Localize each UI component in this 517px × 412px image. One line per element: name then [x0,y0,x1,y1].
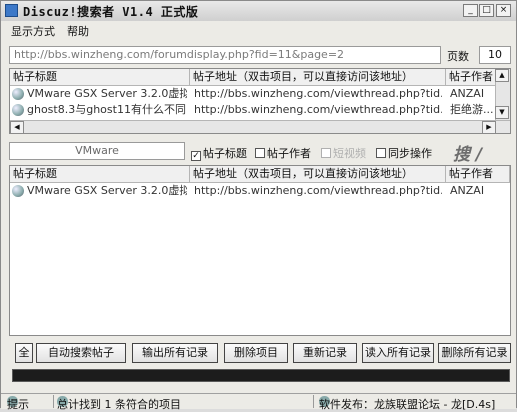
app-icon [5,4,18,17]
vertical-scrollbar[interactable]: ▲ ▼ [495,69,510,120]
scroll-left-icon[interactable]: ◀ [10,121,24,133]
status-divider [53,395,54,408]
maximize-button[interactable]: □ [479,4,494,17]
title-bar[interactable]: Discuz!搜索者 V1.4 正式版 _ □ × [1,1,516,22]
column-author[interactable]: 帖子作者 [446,166,510,182]
row-url: http://bbs.winzheng.com/viewthread.php?t… [194,103,442,116]
thread-icon [12,88,24,100]
results-list-top[interactable]: 帖子标题 帖子地址（双击项目，可以直接访问该地址） 帖子作者 VMware GS… [9,68,511,134]
scroll-down-icon[interactable]: ▼ [495,106,509,119]
column-title[interactable]: 帖子标题 [10,69,190,85]
checked-icon: ✓ [191,151,201,161]
title-checkbox[interactable]: ✓ 帖子标题 [191,145,247,161]
pages-label: 页数 [447,50,469,63]
scroll-up-icon[interactable]: ▲ [495,69,509,82]
author-checkbox-label: 帖子作者 [267,147,311,160]
table-row[interactable]: VMware GSX Server 3.2.0虚拟... http://bbs.… [10,183,510,199]
list-header: 帖子标题 帖子地址（双击项目，可以直接访问该地址） 帖子作者 [10,69,510,86]
export-all-button[interactable]: 输出所有记录 [132,343,218,363]
checkbox-icon [255,148,265,158]
menu-help[interactable]: 帮助 [67,23,89,39]
row-author: ANZAI [450,184,485,197]
progress-bar [12,369,510,382]
keyword-input[interactable]: VMware [9,142,185,160]
app-window: Discuz!搜索者 V1.4 正式版 _ □ × 显示方式 帮助 http:/… [0,0,517,411]
results-list-bottom[interactable]: 帖子标题 帖子地址（双击项目，可以直接访问该地址） 帖子作者 VMware GS… [9,165,511,336]
row-title: ghost8.3与ghost11有什么不同... [27,103,187,116]
scroll-right-icon[interactable]: ▶ [482,121,496,133]
search-button[interactable]: 搜 / [453,140,482,165]
menu-display-mode[interactable]: 显示方式 [11,23,55,39]
sync-checkbox[interactable]: 同步操作 [376,145,432,161]
disabled-checkbox-label: 短视频 [333,147,366,160]
table-row[interactable]: VMware GSX Server 3.2.0虚拟... http://bbs.… [10,86,510,102]
row-author: ANZAI [450,87,485,100]
window-title: Discuz!搜索者 V1.4 正式版 [23,5,199,19]
checkbox-icon [376,148,386,158]
column-url[interactable]: 帖子地址（双击项目，可以直接访问该地址） [190,166,446,182]
minimize-button[interactable]: _ [463,4,478,17]
column-author[interactable]: 帖子作者 [446,69,498,85]
title-checkbox-label: 帖子标题 [203,147,247,160]
pages-input[interactable]: 10 [479,46,511,64]
row-url: http://bbs.winzheng.com/viewthread.php?t… [194,87,442,100]
reset-button[interactable]: 重新记录 [293,343,357,363]
thread-icon [12,185,24,197]
list-header: 帖子标题 帖子地址（双击项目，可以直接访问该地址） 帖子作者 [10,166,510,183]
status-divider [313,395,314,408]
close-button[interactable]: × [496,4,511,17]
status-bar: 提示 总计找到 1 条符合的项目 软件发布：龙族联盟论坛 - 龙[D.4s] [1,393,516,411]
delete-all-button[interactable]: 删除所有记录 [438,343,511,363]
thread-icon [12,104,24,116]
url-input[interactable]: http://bbs.winzheng.com/forumdisplay.php… [9,46,441,64]
row-title: VMware GSX Server 3.2.0虚拟... [27,184,187,197]
column-title[interactable]: 帖子标题 [10,166,190,182]
row-author: 拒绝游... [450,103,494,116]
column-url[interactable]: 帖子地址（双击项目，可以直接访问该地址） [190,69,446,85]
auto-search-button[interactable]: 自动搜索帖子 [36,343,126,363]
select-all-button[interactable]: 全 [15,343,33,363]
delete-item-button[interactable]: 删除项目 [224,343,288,363]
author-checkbox[interactable]: 帖子作者 [255,145,311,161]
row-url: http://bbs.winzheng.com/viewthread.php?t… [194,184,442,197]
horizontal-scrollbar[interactable]: ◀ ▶ [10,120,510,133]
disabled-checkbox: 短视频 [321,145,366,161]
menu-bar: 显示方式 帮助 [1,21,516,39]
checkbox-icon [321,148,331,158]
load-all-button[interactable]: 读入所有记录 [362,343,434,363]
row-title: VMware GSX Server 3.2.0虚拟... [27,87,187,100]
table-row[interactable]: ghost8.3与ghost11有什么不同... http://bbs.winz… [10,102,510,118]
sync-checkbox-label: 同步操作 [388,147,432,160]
